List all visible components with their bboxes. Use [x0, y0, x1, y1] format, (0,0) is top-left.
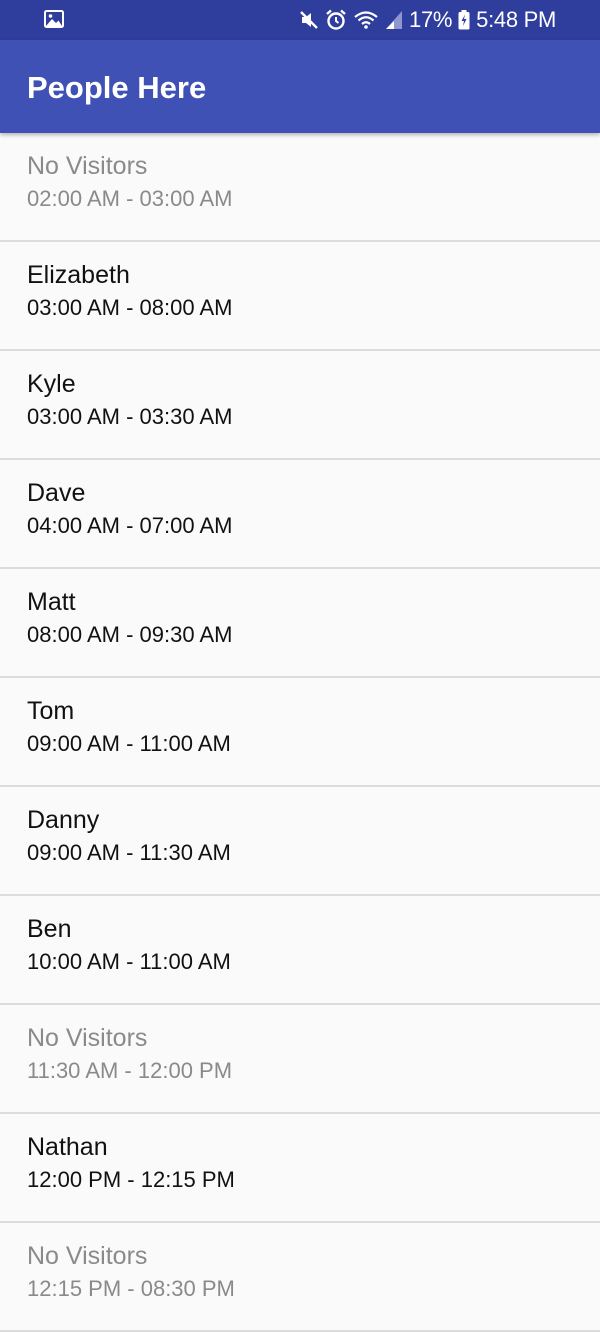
- time-range: 09:00 AM - 11:30 AM: [27, 840, 231, 865]
- status-bar: 17% 5:48 PM: [0, 0, 600, 40]
- list-item[interactable]: Elizabeth 03:00 AM - 08:00 AM: [0, 242, 600, 351]
- signal-icon: [385, 10, 403, 30]
- list-item[interactable]: No Visitors 12:15 PM - 08:30 PM: [0, 1223, 600, 1332]
- battery-text: 17%: [409, 7, 453, 32]
- visitor-name: Matt: [27, 588, 76, 616]
- list-item[interactable]: Kyle 03:00 AM - 03:30 AM: [0, 351, 600, 460]
- status-time: 5:48 PM: [476, 7, 556, 32]
- list-item[interactable]: Dave 04:00 AM - 07:00 AM: [0, 460, 600, 569]
- visitor-name: No Visitors: [27, 152, 148, 180]
- time-range: 03:00 AM - 03:30 AM: [27, 404, 233, 429]
- visitor-name: Tom: [27, 697, 75, 725]
- mute-icon: [299, 10, 319, 30]
- time-range: 09:00 AM - 11:00 AM: [27, 731, 231, 756]
- image-icon: [44, 10, 64, 28]
- battery-charging-icon: [458, 10, 470, 30]
- status-icons: 17% 5:48 PM: [299, 0, 556, 40]
- list-item[interactable]: Matt 08:00 AM - 09:30 AM: [0, 569, 600, 678]
- visitor-name: No Visitors: [27, 1024, 148, 1052]
- list-item[interactable]: Ben 10:00 AM - 11:00 AM: [0, 896, 600, 1005]
- time-range: 08:00 AM - 09:30 AM: [27, 622, 233, 647]
- people-list: No Visitors 02:00 AM - 03:00 AM Elizabeth 0…: [0, 133, 600, 1332]
- visitor-name: Kyle: [27, 370, 76, 398]
- visitor-name: Ben: [27, 915, 72, 943]
- time-range: 03:00 AM - 08:00 AM: [27, 295, 233, 320]
- time-range: 10:00 AM - 11:00 AM: [27, 949, 231, 974]
- time-range: 12:00 PM - 12:15 PM: [27, 1167, 235, 1192]
- time-range: 12:15 PM - 08:30 PM: [27, 1276, 235, 1301]
- list-item[interactable]: Nathan 12:00 PM - 12:15 PM: [0, 1114, 600, 1223]
- time-range: 04:00 AM - 07:00 AM: [27, 513, 233, 538]
- alarm-icon: [325, 9, 347, 31]
- list-item[interactable]: Tom 09:00 AM - 11:00 AM: [0, 678, 600, 787]
- visitor-name: No Visitors: [27, 1242, 148, 1270]
- wifi-icon: [353, 10, 379, 30]
- time-range: 11:30 AM - 12:00 PM: [27, 1058, 233, 1083]
- page-title: People Here: [27, 70, 207, 105]
- list-item[interactable]: No Visitors 02:00 AM - 03:00 AM: [0, 133, 600, 242]
- visitor-name: Dave: [27, 479, 86, 507]
- time-range: 02:00 AM - 03:00 AM: [27, 186, 233, 211]
- list-item[interactable]: No Visitors 11:30 AM - 12:00 PM: [0, 1005, 600, 1114]
- visitor-name: Elizabeth: [27, 261, 130, 289]
- list-item[interactable]: Danny 09:00 AM - 11:30 AM: [0, 787, 600, 896]
- visitor-name: Danny: [27, 806, 100, 834]
- visitor-name: Nathan: [27, 1133, 108, 1161]
- app-bar: People Here: [0, 40, 600, 133]
